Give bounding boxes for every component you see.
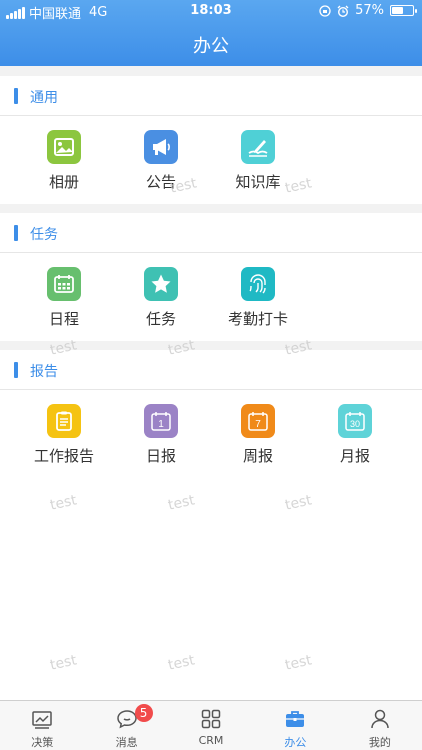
section-title: 通用 — [30, 90, 58, 106]
app-tile-label: 考勤打卡 — [227, 310, 288, 328]
app-tile[interactable]: 1 日报 — [111, 404, 211, 468]
app-tile[interactable]: 任务 — [111, 267, 211, 331]
app-tile-label: 月报 — [339, 447, 370, 465]
status-bar: 中国联通 4G 18:03 57% — [0, 0, 422, 22]
tab-label: 消息 — [115, 736, 138, 749]
tab-label: 决策 — [31, 736, 54, 749]
app-tile[interactable]: 7 周报 — [208, 404, 308, 468]
grid-icon — [199, 709, 223, 735]
app-tile[interactable]: 工作报告 — [14, 404, 114, 468]
alarm-icon — [337, 5, 349, 17]
app-tile[interactable]: 30 月报 — [305, 404, 405, 468]
section-header: 任务 — [0, 213, 422, 253]
app-grid: 日程 任务 考勤打卡 — [0, 253, 422, 341]
tab-2[interactable]: CRM — [169, 701, 253, 750]
page-title: 办公 — [193, 36, 229, 57]
section-header: 通用 — [0, 76, 422, 116]
section-tasks: 任务 日程 任务 考勤打卡 — [0, 213, 422, 341]
battery-icon — [390, 5, 417, 16]
app-grid: 相册 公告 知识库 — [0, 116, 422, 204]
app-tile-label: 周报 — [242, 447, 273, 465]
star-icon — [144, 267, 178, 301]
fingerprint-icon — [241, 267, 275, 301]
section-marker — [14, 362, 18, 378]
app-tile-label: 任务 — [145, 310, 176, 328]
rotation-lock-icon — [319, 4, 331, 17]
tab-1[interactable]: 消息 5 — [84, 701, 168, 750]
section-title: 报告 — [30, 364, 58, 380]
app-tile-label: 日程 — [48, 310, 79, 328]
photo-album-icon — [47, 130, 81, 164]
app-tile[interactable]: 相册 — [14, 130, 114, 194]
app-tile-label: 工作报告 — [33, 447, 94, 465]
section-marker — [14, 88, 18, 104]
chart-icon — [30, 711, 54, 735]
person-icon — [368, 709, 392, 735]
section-marker — [14, 225, 18, 241]
tab-3[interactable]: 办公 — [253, 701, 337, 750]
section-title: 任务 — [30, 227, 58, 243]
svg-text:1: 1 — [158, 419, 164, 430]
calendar-1-icon: 1 — [144, 404, 178, 438]
battery-percent: 57% — [355, 3, 384, 18]
app-tile[interactable]: 考勤打卡 — [208, 267, 308, 331]
app-tile-label: 相册 — [48, 173, 79, 191]
section-general: 通用 相册 公告 知识库 — [0, 76, 422, 204]
megaphone-icon — [144, 130, 178, 164]
clipboard-icon — [47, 404, 81, 438]
tab-label: 我的 — [368, 736, 391, 749]
unread-badge: 5 — [134, 704, 153, 722]
calendar-30-icon: 30 — [338, 404, 372, 438]
top-bar: 中国联通 4G 18:03 57% 办公 — [0, 0, 422, 66]
svg-text:7: 7 — [255, 419, 261, 430]
briefcase-icon — [283, 711, 307, 735]
tab-label: CRM — [198, 734, 224, 747]
tab-0[interactable]: 决策 — [0, 701, 84, 750]
calendar-7-icon: 7 — [241, 404, 275, 438]
tab-4[interactable]: 我的 — [338, 701, 422, 750]
book-pen-icon — [241, 130, 275, 164]
calendar-icon — [47, 267, 81, 301]
section-reports: 报告 工作报告 1 日报 7 周报 30 月报 — [0, 350, 422, 700]
chat-icon — [115, 710, 139, 735]
app-tile[interactable]: 日程 — [14, 267, 114, 331]
app-tile-label: 日报 — [145, 447, 176, 465]
bottom-tab-bar: 决策 消息 5 CRM 办公 我的 — [0, 700, 422, 750]
svg-text:30: 30 — [350, 419, 360, 429]
app-grid: 工作报告 1 日报 7 周报 30 月报 — [0, 390, 422, 478]
tab-label: 办公 — [284, 736, 307, 749]
